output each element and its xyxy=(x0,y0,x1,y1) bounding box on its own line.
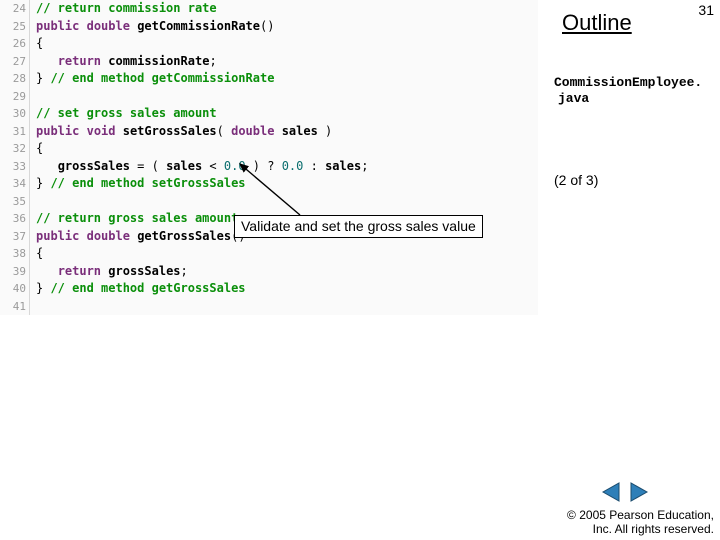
code-panel: 24// return commission rate25public doub… xyxy=(0,0,538,315)
code-content: grossSales = ( sales < 0.0 ) ? 0.0 : sal… xyxy=(30,158,368,176)
copyright: © 2005 Pearson Education, Inc. All right… xyxy=(567,508,714,536)
line-number: 28 xyxy=(0,70,30,88)
code-line: 40} // end method getGrossSales xyxy=(0,280,538,298)
line-number: 36 xyxy=(0,210,30,228)
line-number: 27 xyxy=(0,53,30,71)
code-line: 39 return grossSales; xyxy=(0,263,538,281)
line-number: 38 xyxy=(0,245,30,263)
code-content: public double getCommissionRate() xyxy=(30,18,274,36)
code-line: 26{ xyxy=(0,35,538,53)
line-number: 40 xyxy=(0,280,30,298)
callout-text: Validate and set the gross sales value xyxy=(241,218,476,234)
triangle-right-icon xyxy=(627,481,649,508)
code-content: // set gross sales amount xyxy=(30,105,217,123)
code-content: { xyxy=(30,140,43,158)
code-content: } // end method setGrossSales xyxy=(30,175,246,193)
code-line: 33 grossSales = ( sales < 0.0 ) ? 0.0 : … xyxy=(0,158,538,176)
code-content xyxy=(30,193,36,211)
line-number: 37 xyxy=(0,228,30,246)
code-line: 28} // end method getCommissionRate xyxy=(0,70,538,88)
slide-number: 31 xyxy=(698,2,714,18)
code-content: return commissionRate; xyxy=(30,53,217,71)
code-line: 38{ xyxy=(0,245,538,263)
code-content: public void setGrossSales( double sales … xyxy=(30,123,332,141)
code-content: // return commission rate xyxy=(30,0,217,18)
code-content xyxy=(30,88,36,106)
line-number: 41 xyxy=(0,298,30,316)
triangle-left-icon xyxy=(601,481,623,508)
code-content: { xyxy=(30,35,43,53)
line-number: 39 xyxy=(0,263,30,281)
code-content xyxy=(30,298,36,316)
file-label: CommissionEmployee. java xyxy=(554,75,702,107)
code-content: // return gross sales amount xyxy=(30,210,238,228)
code-line: 29 xyxy=(0,88,538,106)
code-content: public double getGrossSales() xyxy=(30,228,246,246)
file-label-line2: java xyxy=(554,91,702,107)
page-of: (2 of 3) xyxy=(554,172,598,188)
callout-box: Validate and set the gross sales value xyxy=(234,215,483,238)
line-number: 33 xyxy=(0,158,30,176)
line-number: 30 xyxy=(0,105,30,123)
copyright-line2: Inc. All rights reserved. xyxy=(567,522,714,536)
copyright-line1: © 2005 Pearson Education, xyxy=(567,508,714,522)
code-content: } // end method getCommissionRate xyxy=(30,70,274,88)
code-content: return grossSales; xyxy=(30,263,188,281)
line-number: 35 xyxy=(0,193,30,211)
line-number: 26 xyxy=(0,35,30,53)
code-content: } // end method getGrossSales xyxy=(30,280,246,298)
code-line: 30// set gross sales amount xyxy=(0,105,538,123)
code-line: 31public void setGrossSales( double sale… xyxy=(0,123,538,141)
line-number: 32 xyxy=(0,140,30,158)
code-line: 34} // end method setGrossSales xyxy=(0,175,538,193)
code-line: 27 return commissionRate; xyxy=(0,53,538,71)
line-number: 29 xyxy=(0,88,30,106)
line-number: 34 xyxy=(0,175,30,193)
code-line: 24// return commission rate xyxy=(0,0,538,18)
line-number: 25 xyxy=(0,18,30,36)
line-number: 31 xyxy=(0,123,30,141)
outline-title: Outline xyxy=(562,10,632,36)
nav-next-button[interactable] xyxy=(626,482,650,506)
line-number: 24 xyxy=(0,0,30,18)
code-line: 41 xyxy=(0,298,538,316)
nav-prev-button[interactable] xyxy=(600,482,624,506)
code-content: { xyxy=(30,245,43,263)
code-line: 32{ xyxy=(0,140,538,158)
code-line: 25public double getCommissionRate() xyxy=(0,18,538,36)
file-label-line1: CommissionEmployee. xyxy=(554,75,702,91)
code-line: 35 xyxy=(0,193,538,211)
